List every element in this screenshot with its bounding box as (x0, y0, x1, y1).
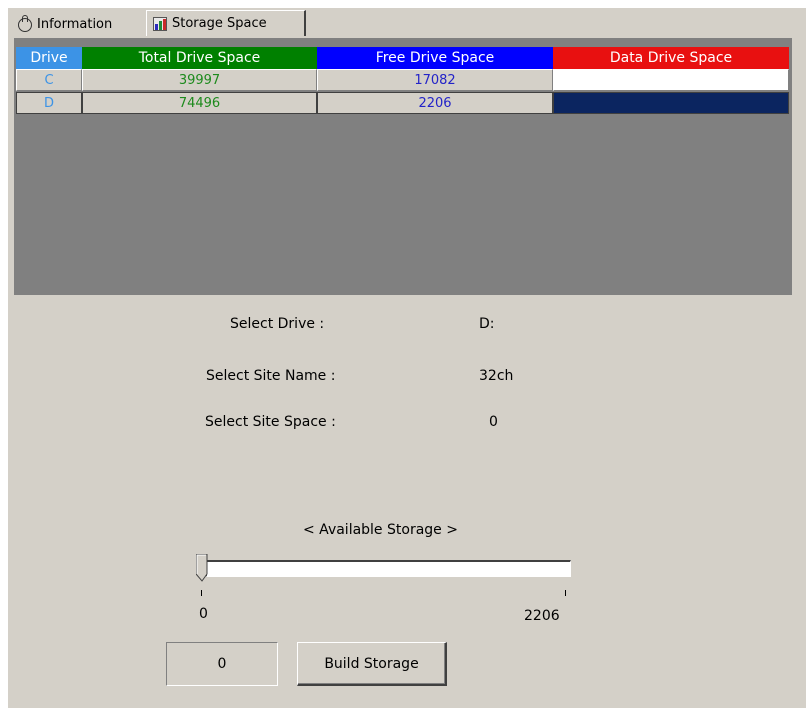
tab-storage-space[interactable]: Storage Space (146, 10, 306, 36)
cell-data-drive-space[interactable] (553, 92, 789, 114)
cell-drive[interactable]: C (16, 69, 82, 91)
tab-information-label: Information (37, 17, 113, 32)
slider-min-label: 0 (199, 606, 208, 622)
select-site-name-value: 32ch (479, 368, 514, 384)
slider-max-tick (565, 590, 566, 596)
column-header-total-drive-space[interactable]: Total Drive Space (82, 47, 317, 69)
cell-free-drive-space[interactable]: 17082 (317, 69, 553, 91)
storage-slider-track[interactable] (205, 560, 571, 577)
select-drive-label: Select Drive : (230, 316, 325, 332)
cell-total-drive-space[interactable]: 39997 (82, 69, 317, 91)
tab-information[interactable]: Information (12, 14, 146, 36)
select-drive-value: D: (479, 316, 495, 332)
cell-total-drive-space[interactable]: 74496 (82, 92, 317, 114)
cell-data-drive-space[interactable] (553, 69, 789, 91)
slider-min-tick (201, 590, 202, 596)
bar-chart-icon (153, 16, 167, 31)
available-storage-title: < Available Storage > (303, 522, 458, 538)
select-site-name-label: Select Site Name : (206, 368, 336, 384)
storage-value-display: 0 (166, 642, 278, 686)
select-site-space-label: Select Site Space : (205, 414, 336, 430)
slider-max-label: 2206 (524, 608, 560, 624)
information-icon (18, 15, 32, 32)
select-site-space-value: 0 (489, 414, 498, 430)
tab-storage-space-label: Storage Space (172, 15, 267, 31)
column-header-data-drive-space[interactable]: Data Drive Space (553, 47, 789, 69)
column-header-drive[interactable]: Drive (16, 47, 82, 69)
cell-free-drive-space[interactable]: 2206 (317, 92, 553, 114)
drive-grid[interactable]: Drive Total Drive Space Free Drive Space… (14, 38, 792, 295)
storage-slider-thumb[interactable] (196, 554, 208, 582)
column-header-free-drive-space[interactable]: Free Drive Space (317, 47, 553, 69)
cell-drive[interactable]: D (16, 92, 82, 114)
storage-panel: Information Storage Space Drive Total Dr… (8, 8, 806, 708)
build-storage-button[interactable]: Build Storage (297, 642, 447, 686)
